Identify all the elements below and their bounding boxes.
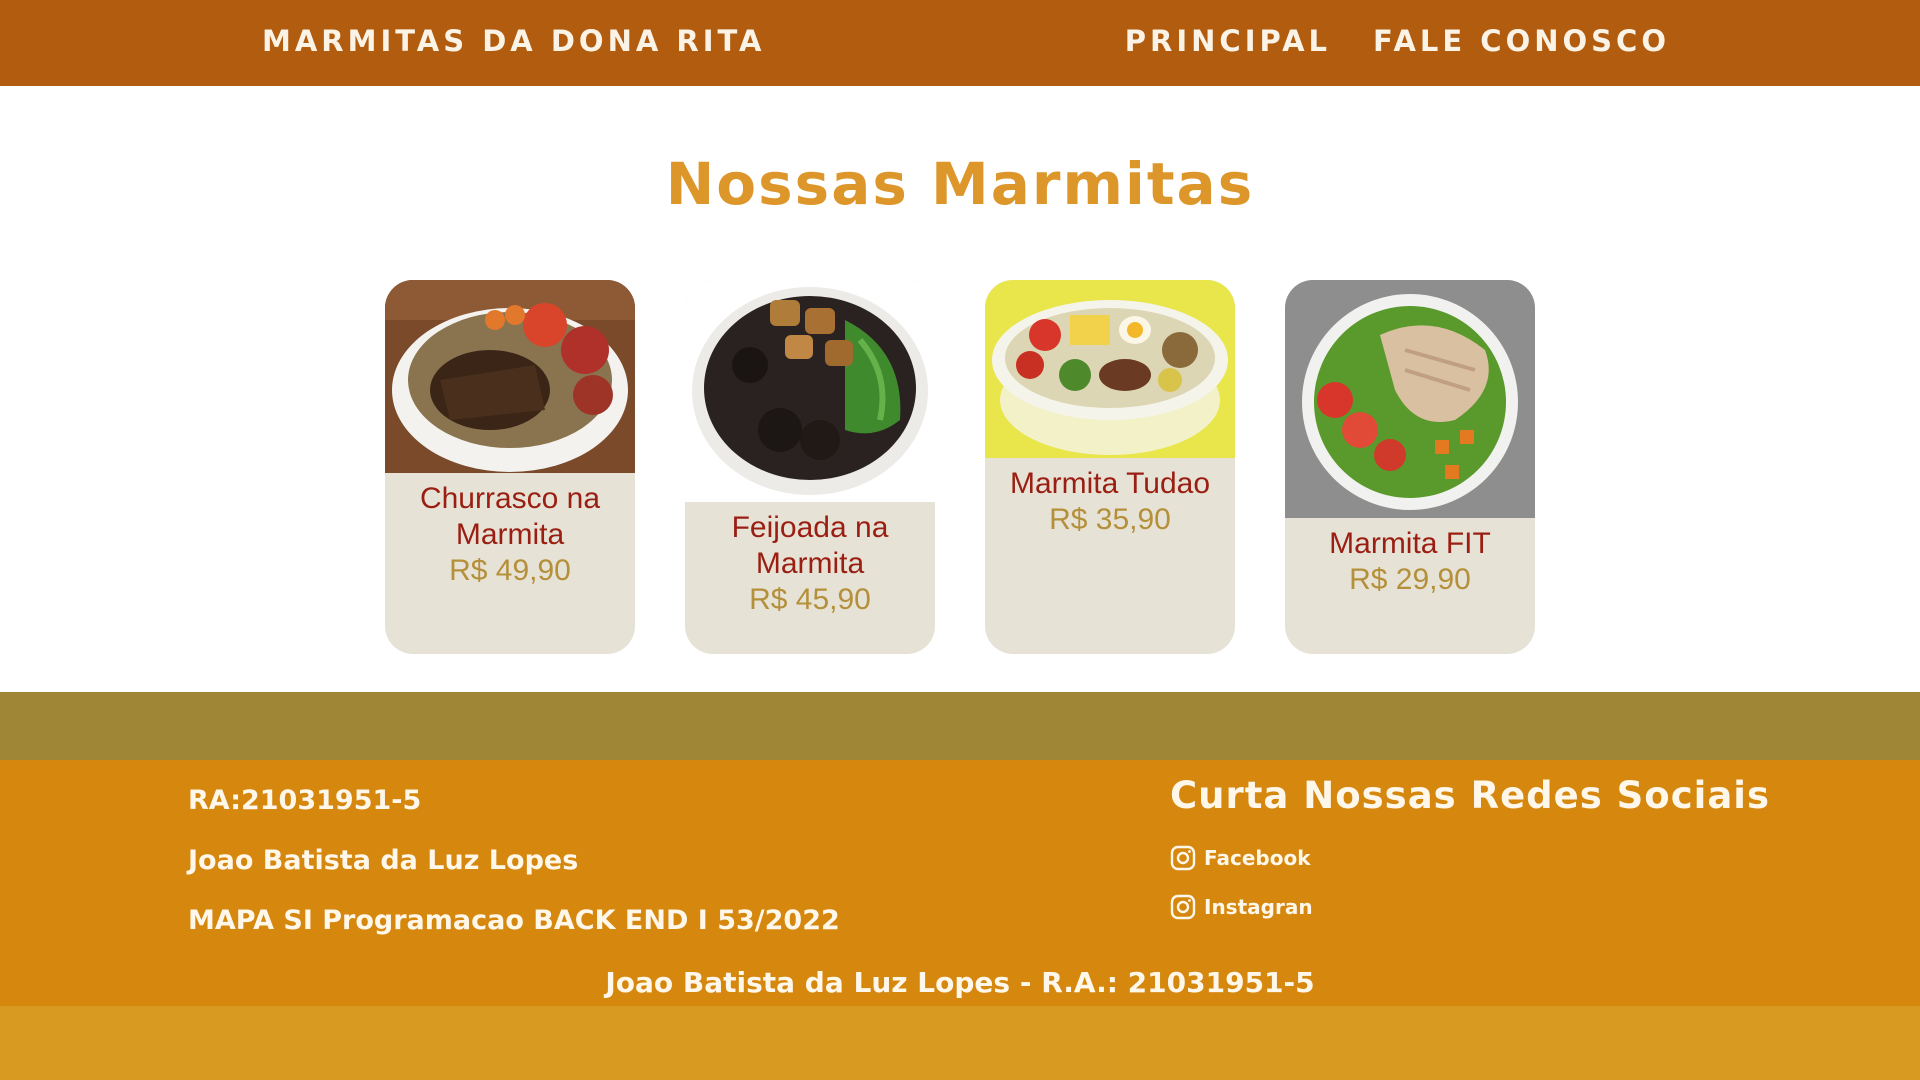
- page-title: Nossas Marmitas: [665, 150, 1255, 218]
- footer-author: Joao Batista da Luz Lopes: [188, 845, 579, 876]
- social-link-label: Facebook: [1204, 845, 1311, 870]
- footer: RA:21031951-5 Joao Batista da Luz Lopes …: [0, 760, 1920, 1006]
- product-name: Churrasco na Marmita: [419, 482, 601, 551]
- product-name: Feijoada na Marmita: [731, 511, 889, 580]
- top-navbar: MARMITAS DA DONA RITA PRINCIPAL FALE CON…: [0, 0, 1920, 86]
- footer-ra: RA:21031951-5: [188, 785, 422, 816]
- footer-bottom-strip: [0, 1006, 1920, 1080]
- product-price: R$ 29,90: [1349, 563, 1471, 596]
- instagram-icon: [1170, 845, 1196, 870]
- nav-link-fale-conosco[interactable]: FALE CONOSCO: [1373, 24, 1670, 58]
- product-name: Marmita Tudao: [1009, 467, 1211, 500]
- footer-course: MAPA SI Programacao BACK END I 53/2022: [188, 905, 840, 936]
- product-card-tudao[interactable]: Marmita Tudao R$ 35,90: [985, 280, 1235, 654]
- social-link-facebook[interactable]: Facebook: [1170, 833, 1770, 882]
- product-price: R$ 35,90: [1049, 503, 1171, 536]
- footer-credit: Joao Batista da Luz Lopes - R.A.: 210319…: [605, 966, 1315, 999]
- product-price: R$ 45,90: [749, 583, 871, 616]
- main-nav: PRINCIPAL FALE CONOSCO: [1125, 24, 1670, 58]
- social-section: Curta Nossas Redes Sociais Facebook Inst…: [1170, 774, 1770, 931]
- product-card-churrasco[interactable]: Churrasco na Marmita R$ 49,90: [385, 280, 635, 654]
- nav-link-principal[interactable]: PRINCIPAL: [1125, 24, 1331, 58]
- product-price: R$ 49,90: [449, 554, 571, 587]
- tudao-photo: [985, 280, 1235, 458]
- product-name: Marmita FIT: [1329, 527, 1491, 560]
- social-link-label: Instagran: [1204, 894, 1313, 919]
- social-link-instagram[interactable]: Instagran: [1170, 882, 1770, 931]
- churrasco-photo: [385, 280, 635, 473]
- product-card-feijoada[interactable]: Feijoada na Marmita R$ 45,90: [685, 280, 935, 654]
- social-title: Curta Nossas Redes Sociais: [1170, 774, 1771, 817]
- footer-info: RA:21031951-5 Joao Batista da Luz Lopes …: [188, 785, 840, 965]
- feijoada-photo: [685, 280, 935, 502]
- divider-band: [0, 692, 1920, 760]
- instagram-icon: [1170, 894, 1196, 919]
- fit-photo: [1285, 280, 1535, 518]
- brand-title[interactable]: MARMITAS DA DONA RITA: [262, 24, 765, 58]
- product-list: Churrasco na Marmita R$ 49,90 Feijoada n…: [385, 280, 1535, 654]
- product-card-fit[interactable]: Marmita FIT R$ 29,90: [1285, 280, 1535, 654]
